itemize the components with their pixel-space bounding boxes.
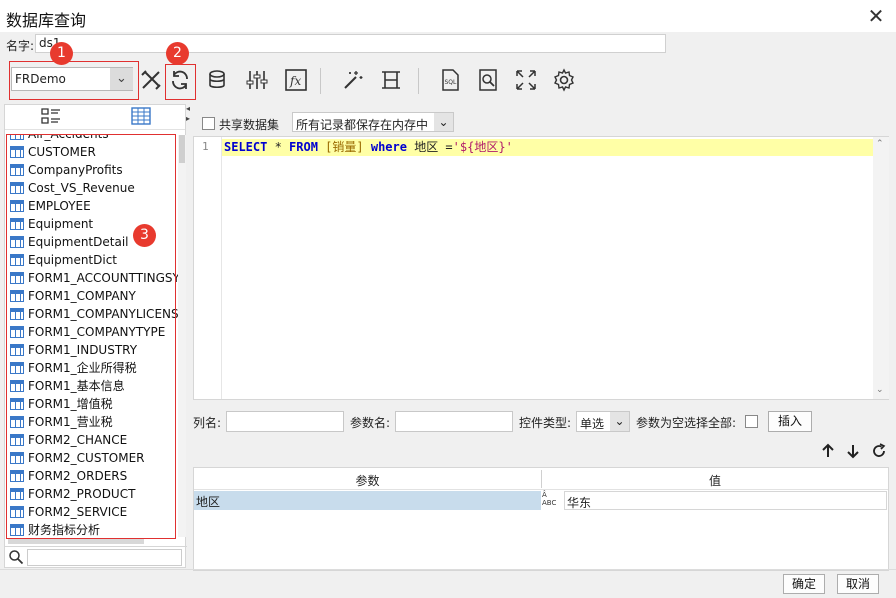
svg-text:fx: fx — [289, 74, 301, 88]
sql-keyword: where — [370, 140, 407, 154]
chevron-down-icon[interactable]: ⌄ — [434, 113, 453, 131]
sql-text: 地区 = — [406, 140, 453, 154]
svg-text:SQL: SQL — [445, 79, 458, 86]
sql-editor[interactable]: 1 SELECT * FROM [销量] where 地区 ='${地区}' ⌃… — [193, 136, 889, 400]
sql-text: * — [267, 140, 290, 154]
scrollbar[interactable] — [178, 135, 186, 537]
sql-keyword: SELECT — [224, 140, 268, 154]
sql-string: '${地区}' — [452, 140, 513, 154]
settings-gear-icon[interactable] — [551, 68, 577, 94]
table-search-input[interactable] — [27, 549, 182, 566]
toolbar-separator — [320, 68, 321, 94]
param-name-label: 参数名: — [350, 416, 391, 430]
close-icon[interactable]: ✕ — [862, 2, 890, 30]
search-icon — [8, 549, 24, 568]
sql-table: [销量] — [317, 140, 371, 154]
formula-icon[interactable]: fx — [283, 68, 309, 94]
cache-mode-value: 所有记录都保存在内存中 — [296, 118, 429, 132]
scroll-up-icon[interactable]: ⌃ — [876, 139, 884, 149]
refresh-icon[interactable] — [167, 68, 193, 94]
preview-icon[interactable] — [475, 68, 501, 94]
divider — [5, 129, 185, 130]
list-view-icon[interactable] — [39, 106, 63, 128]
window-title: 数据库查询 — [6, 11, 87, 30]
editor-scrollbar[interactable]: ⌃ ⌄ — [873, 137, 889, 399]
title-bar: 数据库查询 ✕ — [0, 0, 896, 32]
line-number: 1 — [202, 140, 209, 153]
badge-3: 3 — [133, 224, 156, 247]
chevron-down-icon[interactable]: ⌄ — [610, 412, 629, 431]
params-table: 参数 值 地区 Â ABC 华东 — [193, 467, 889, 571]
select-all-label: 参数为空选择全部: — [636, 416, 737, 430]
magic-wand-icon[interactable] — [340, 68, 366, 94]
param-value: 华东 — [567, 496, 592, 510]
select-all-checkbox[interactable] — [745, 415, 758, 428]
refresh-params-icon[interactable] — [871, 443, 887, 462]
column-name-label: 列名: — [193, 416, 222, 430]
chevron-down-icon[interactable]: ⌄ — [110, 68, 133, 90]
annotation-box-3 — [6, 134, 176, 539]
badge-1: 1 — [50, 42, 73, 65]
line-gutter: 1 — [194, 137, 222, 399]
fullscreen-icon[interactable] — [513, 68, 539, 94]
collapse-panel-icon[interactable]: ◂ ▸ — [186, 104, 194, 132]
toolbar-separator — [418, 68, 419, 94]
insert-button[interactable]: 插入 — [768, 411, 812, 432]
cancel-button[interactable]: 取消 — [837, 574, 879, 594]
scroll-down-icon[interactable]: ⌄ — [876, 385, 884, 395]
control-type-value: 单选 — [580, 417, 605, 431]
table-search-row — [5, 546, 187, 568]
param-value-cell[interactable]: 华东 — [564, 491, 887, 510]
param-name: 地区 — [196, 495, 221, 509]
table-header: 参数 值 — [194, 468, 888, 490]
name-label: 名字: — [6, 39, 35, 53]
type-abc-icon[interactable]: Â ABC — [542, 491, 562, 510]
header-param: 参数 — [355, 474, 380, 488]
param-name-input[interactable] — [395, 411, 513, 432]
database-sql-icon[interactable] — [206, 68, 232, 94]
badge-2: 2 — [166, 42, 189, 65]
name-input[interactable]: ds1 — [35, 34, 666, 53]
sql-keyword: FROM — [289, 140, 318, 154]
tools-icon[interactable] — [138, 68, 164, 94]
share-dataset-checkbox[interactable] — [202, 117, 215, 130]
column-name-input[interactable] — [226, 411, 344, 432]
arrow-down-icon[interactable] — [846, 443, 860, 462]
divider — [0, 569, 896, 570]
scrollbar-thumb[interactable] — [179, 135, 185, 163]
connection-value: FRDemo — [15, 72, 66, 86]
control-type-select[interactable]: 单选 ⌄ — [576, 411, 630, 432]
control-type-label: 控件类型: — [519, 416, 572, 430]
param-cell[interactable]: 地区 — [194, 491, 541, 510]
share-dataset-label: 共享数据集 — [219, 118, 280, 132]
table-view-icon[interactable] — [129, 106, 153, 128]
connection-select[interactable]: FRDemo ⌄ — [11, 67, 133, 91]
cache-mode-select[interactable]: 所有记录都保存在内存中 ⌄ — [292, 112, 454, 132]
sql-file-icon[interactable]: SQL — [437, 68, 463, 94]
sql-code-line[interactable]: SELECT * FROM [销量] where 地区 ='${地区}' — [222, 139, 513, 156]
ok-button[interactable]: 确定 — [783, 574, 825, 594]
filter-sliders-icon[interactable] — [244, 68, 270, 94]
header-value: 值 — [708, 474, 721, 488]
arrow-up-icon[interactable] — [821, 443, 835, 462]
table-row[interactable]: 地区 Â ABC 华东 — [194, 490, 888, 512]
columns-icon[interactable] — [378, 68, 404, 94]
